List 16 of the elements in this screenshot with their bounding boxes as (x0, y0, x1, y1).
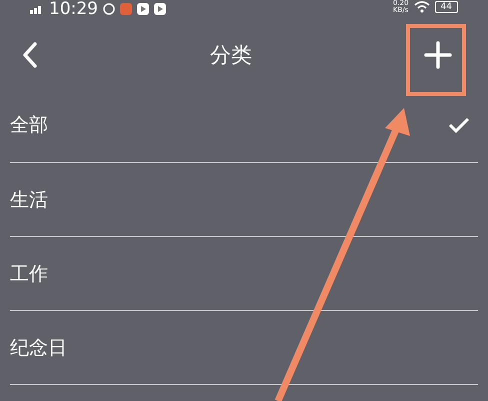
back-icon (22, 41, 38, 69)
play-icon (137, 3, 149, 15)
wifi-icon (414, 1, 430, 13)
play-icon (154, 3, 166, 15)
signal-icon (30, 4, 44, 14)
category-item[interactable]: 生活 (10, 163, 478, 237)
category-item[interactable]: 工作 (10, 237, 478, 311)
notification-icon (103, 3, 115, 15)
check-icon (448, 117, 470, 133)
status-time: 10:29 (49, 0, 98, 18)
page-title: 分类 (210, 42, 252, 69)
plus-icon (424, 41, 452, 69)
battery-indicator: 44 (434, 1, 458, 13)
highlight-frame (406, 24, 466, 96)
app-icon (120, 3, 132, 15)
category-item[interactable]: 纪念日 (10, 311, 478, 385)
